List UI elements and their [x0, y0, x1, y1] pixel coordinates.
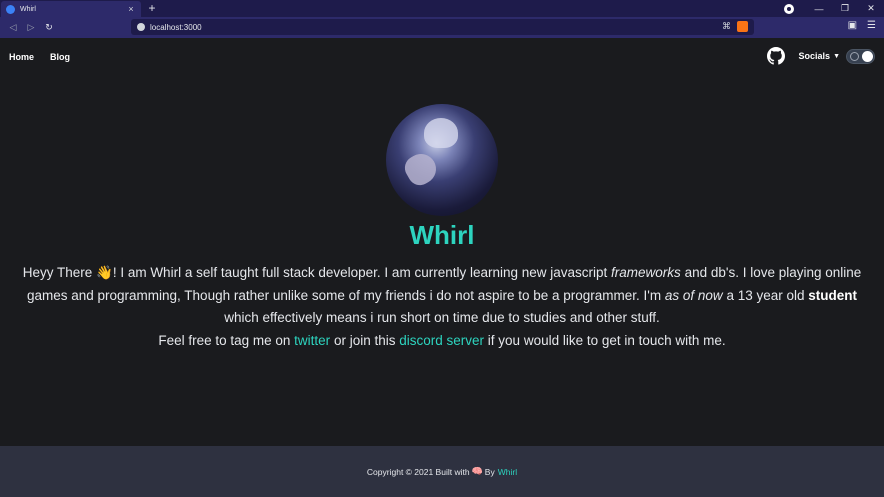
qr-code-icon[interactable]: ⌘ [722, 21, 731, 32]
bio-text-6: Feel free to tag me on [158, 332, 291, 348]
theme-toggle[interactable] [846, 48, 875, 64]
close-button[interactable]: ✕ [858, 3, 884, 14]
brave-shields-icon[interactable] [737, 21, 748, 32]
brain-emoji: 🧠 [471, 466, 483, 476]
profile-icon[interactable]: ▣ [848, 20, 857, 31]
main-content: Whirl Heyy There 👋! I am Whirl a self ta… [0, 75, 884, 446]
toolbar-actions: ▣ ☰ [848, 20, 876, 31]
forward-icon[interactable]: ▷ [22, 22, 40, 33]
theme-icon [850, 51, 859, 61]
reload-icon[interactable]: ↻ [40, 22, 58, 33]
tab-title: Whirl [20, 5, 36, 13]
bio-text-2: ! I am Whirl a self taught full stack de… [112, 265, 608, 280]
avatar [386, 104, 498, 216]
tab-strip: Whirl × + — ❐ ✕ [0, 0, 884, 17]
site-header: Home Blog Socials ▼ [0, 38, 884, 75]
toggle-knob [862, 50, 873, 62]
minimize-button[interactable]: — [806, 4, 832, 14]
socials-dropdown[interactable]: Socials ▼ [799, 51, 840, 61]
address-bar-actions: ⌘ [722, 21, 748, 32]
github-icon[interactable] [766, 47, 785, 65]
address-bar[interactable]: localhost:3000 ⌘ [131, 19, 754, 35]
browser-toolbar: ◁ ▷ ↻ localhost:3000 ⌘ ▣ ☰ [0, 17, 884, 38]
nav-home-link[interactable]: Home [9, 52, 34, 62]
author-link[interactable]: Whirl [498, 467, 517, 477]
bio-text-8: if you would like to get in touch with m… [487, 332, 726, 348]
bio-as-of-now: as of now [664, 287, 723, 303]
copyright-text: Copyright © 2021 Built with [366, 466, 470, 477]
url-text[interactable]: localhost:3000 [150, 23, 202, 32]
footer: Copyright © 2021 Built with 🧠 By Whirl [0, 446, 884, 497]
socials-label: Socials [798, 51, 831, 61]
twitter-link[interactable]: twitter [294, 333, 330, 348]
bio-text-5: which effectively means i run short on t… [224, 310, 660, 325]
browser-tab[interactable]: Whirl × [1, 1, 141, 17]
bio-frameworks: frameworks [611, 265, 681, 280]
bio-text: Heyy There 👋! I am Whirl a self taught f… [12, 262, 872, 352]
tab-close-icon[interactable]: × [126, 4, 136, 14]
browser-window: Whirl × + — ❐ ✕ ◁ ▷ ↻ localhost:3000 ⌘ ▣… [0, 0, 884, 497]
caret-down-icon: ▼ [833, 52, 840, 60]
bio-text-1: Heyy There [22, 265, 93, 280]
wave-emoji: 👋 [96, 265, 113, 280]
header-actions: Socials ▼ [766, 47, 875, 65]
footer-by: By [484, 466, 495, 477]
bio-text-4: a 13 year old [726, 287, 805, 303]
bio-student: student [808, 287, 858, 303]
menu-icon[interactable]: ☰ [867, 20, 876, 31]
restore-button[interactable]: ❐ [832, 3, 858, 14]
new-tab-button[interactable]: + [146, 1, 158, 15]
nav-blog-link[interactable]: Blog [50, 52, 70, 62]
discord-link[interactable]: discord server [399, 333, 484, 348]
media-icon[interactable] [784, 3, 794, 14]
bio-text-7: or join this [333, 332, 396, 348]
site-info-icon[interactable] [137, 23, 145, 31]
profile-name: Whirl [409, 220, 475, 250]
favicon-icon [6, 4, 15, 14]
back-icon[interactable]: ◁ [4, 22, 22, 33]
window-controls: — ❐ ✕ [784, 0, 884, 17]
